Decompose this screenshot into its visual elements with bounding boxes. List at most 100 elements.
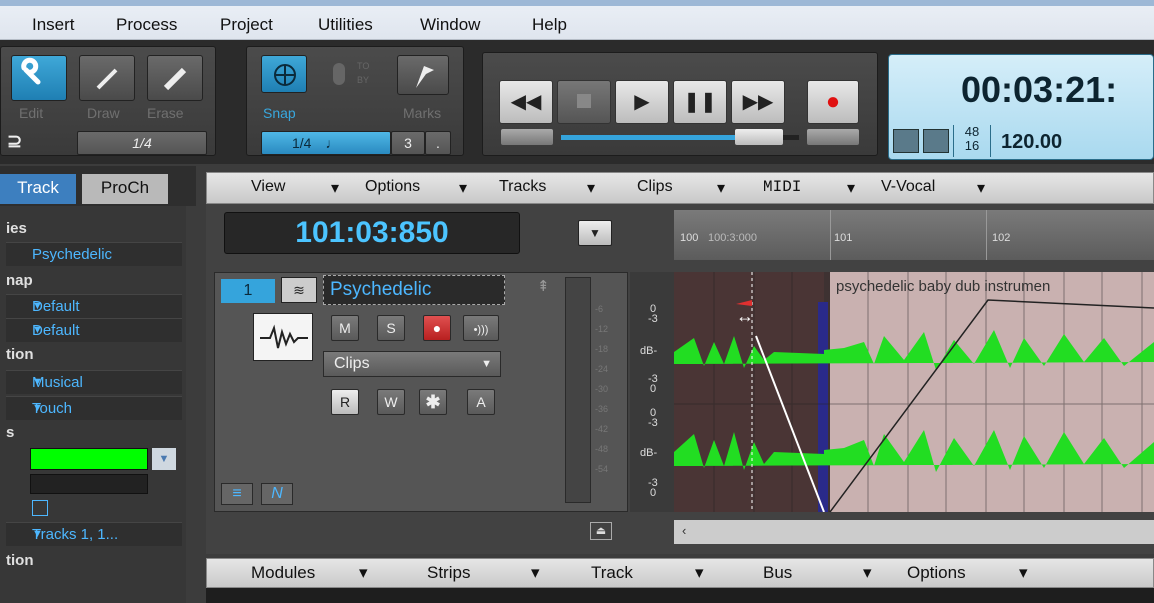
transport-time[interactable]: 00:03:21: xyxy=(961,69,1117,111)
track-menu-button[interactable]: ≡ xyxy=(221,483,253,505)
menu-options[interactable]: Options xyxy=(907,563,966,583)
automation-mode-dropdown[interactable]: Touch ▼ xyxy=(6,396,182,420)
eraser-icon xyxy=(163,67,187,91)
tracks-dropdown[interactable]: Tracks 1, 1... ▼ xyxy=(6,522,182,546)
section-automation[interactable]: tion xyxy=(6,552,34,569)
click-icon[interactable] xyxy=(923,129,949,153)
meter-tick: -36 xyxy=(595,404,609,414)
input-echo-button[interactable]: •))) xyxy=(463,315,499,341)
read-automation-button[interactable]: R xyxy=(331,389,359,415)
secondary-color-swatch[interactable] xyxy=(30,474,148,494)
track-icon-toggle[interactable]: ≋ xyxy=(281,277,317,303)
now-time-display[interactable]: 101:03:850 xyxy=(224,212,520,254)
chevron-down-icon: ▾ xyxy=(459,180,468,197)
mute-button[interactable]: M xyxy=(331,315,359,341)
chevron-down-icon: ▾ xyxy=(717,180,726,197)
ruler-label: 102 xyxy=(992,232,1011,244)
menu-view[interactable]: View xyxy=(251,178,285,196)
now-time-slider-thumb[interactable] xyxy=(735,129,783,145)
now-time-slider[interactable] xyxy=(561,135,751,140)
meter-field[interactable]: 48 16 xyxy=(953,125,991,157)
meter-tick: -18 xyxy=(595,344,609,354)
wrench-icon xyxy=(21,57,41,85)
record-arm-button[interactable]: ● xyxy=(423,315,451,341)
menu-strips[interactable]: Strips xyxy=(427,563,470,583)
scroll-left-icon[interactable]: ‹ xyxy=(682,523,686,538)
snap-button[interactable] xyxy=(261,55,307,93)
menu-options[interactable]: Options xyxy=(365,178,420,196)
snap-toggle[interactable] xyxy=(333,63,345,85)
meter-tick: -12 xyxy=(595,324,609,334)
edit-filter-value: Clips xyxy=(334,355,370,372)
track-name-field[interactable]: Psychedelic xyxy=(6,242,182,266)
stop-button[interactable] xyxy=(557,80,611,124)
menu-tracks[interactable]: Tracks xyxy=(499,178,546,196)
normalize-button[interactable]: N xyxy=(261,483,293,505)
section-display[interactable]: s xyxy=(6,424,14,441)
section-quantization[interactable]: tion xyxy=(6,346,34,363)
expand-toggle-icon[interactable]: ⏏ xyxy=(590,522,612,540)
draw-label: Draw xyxy=(87,105,120,121)
tab-proch[interactable]: ProCh xyxy=(82,174,168,204)
snap-dotted-field[interactable]: . xyxy=(425,131,451,155)
menu-v-vocal[interactable]: V-Vocal xyxy=(881,178,935,196)
tempo-field[interactable]: 120.00 xyxy=(1001,131,1062,154)
snap-resolution-field[interactable]: 1/4 ♩ xyxy=(261,131,391,155)
draw-tool-button[interactable] xyxy=(79,55,135,101)
menu-insert[interactable]: Insert xyxy=(32,15,75,35)
track-name-input[interactable]: Psychedelic xyxy=(323,275,505,305)
menu-utilities[interactable]: Utilities xyxy=(318,15,373,35)
edit-filter-dropdown[interactable]: Clips ▼ xyxy=(323,351,501,377)
waveform-icon xyxy=(260,324,308,349)
menu-window[interactable]: Window xyxy=(420,15,480,35)
edit-tool-button[interactable] xyxy=(11,55,67,101)
section-properties[interactable]: ies xyxy=(6,220,27,237)
checkbox[interactable] xyxy=(32,500,48,516)
chevron-down-icon: ▼ xyxy=(589,226,601,240)
erase-tool-button[interactable] xyxy=(147,55,203,101)
menu-process[interactable]: Process xyxy=(116,15,177,35)
track-name-value: Psychedelic xyxy=(32,246,113,263)
go-to-start-button[interactable] xyxy=(501,129,553,145)
snap-dropdown-1[interactable]: Default ▼ xyxy=(6,294,182,318)
timeline-ruler[interactable]: 100 100:3:000 101 102 xyxy=(674,210,1154,260)
clips-pane[interactable]: psychedelic baby dub instrumen ↔ xyxy=(674,272,1154,513)
track-view-dropdown-button[interactable]: ▼ xyxy=(578,220,612,246)
record-button[interactable]: ● xyxy=(807,80,859,124)
chevron-down-icon: ▾ xyxy=(695,563,704,582)
marks-button[interactable] xyxy=(397,55,449,95)
rewind-button[interactable]: ◀◀ xyxy=(499,80,553,124)
color-dropdown-button[interactable]: ▼ xyxy=(152,448,176,470)
db-scale: 0 -3 dB- -3 0 0 -3 dB- -3 0 xyxy=(630,272,674,512)
menu-help[interactable]: Help xyxy=(532,15,567,35)
tool-resolution-field[interactable]: 1/4 xyxy=(77,131,207,155)
track-color-swatch[interactable] xyxy=(30,448,148,470)
chevron-down-icon: ▾ xyxy=(1019,563,1028,582)
menu-bus[interactable]: Bus xyxy=(763,563,792,583)
go-to-end-button[interactable] xyxy=(807,129,859,145)
metronome-icon[interactable] xyxy=(893,129,919,153)
erase-label: Erase xyxy=(147,105,184,121)
horizontal-scrollbar[interactable]: ‹ xyxy=(674,520,1154,544)
section-snap[interactable]: nap xyxy=(6,272,33,289)
menu-track[interactable]: Track xyxy=(591,563,633,583)
timebase-dropdown[interactable]: Musical ▼ xyxy=(6,370,182,394)
snap-dropdown-2[interactable]: Default ▼ xyxy=(6,318,182,342)
pencil-icon xyxy=(96,68,118,90)
fast-forward-button[interactable]: ▶▶ xyxy=(731,80,785,124)
play-button[interactable]: ▶ xyxy=(615,80,669,124)
track-header[interactable]: 1 ≋ Psychedelic ⇞ M S ● •))) Clips ▼ R W… xyxy=(214,272,628,512)
archive-button[interactable]: A xyxy=(467,389,495,415)
menu-modules[interactable]: Modules xyxy=(251,563,315,583)
pause-button[interactable]: ❚❚ xyxy=(673,80,727,124)
menu-midi[interactable]: MIDI xyxy=(763,178,801,196)
collapse-arrow-icon[interactable]: ⇞ xyxy=(537,277,550,295)
tab-track[interactable]: Track xyxy=(0,174,76,204)
chevron-down-icon: ▾ xyxy=(863,563,872,582)
menu-clips[interactable]: Clips xyxy=(637,178,673,196)
snap-triplet-field[interactable]: 3 xyxy=(391,131,425,155)
solo-button[interactable]: S xyxy=(377,315,405,341)
fx-bypass-button[interactable]: ✱ xyxy=(419,389,447,415)
menu-project[interactable]: Project xyxy=(220,15,273,35)
write-automation-button[interactable]: W xyxy=(377,389,405,415)
